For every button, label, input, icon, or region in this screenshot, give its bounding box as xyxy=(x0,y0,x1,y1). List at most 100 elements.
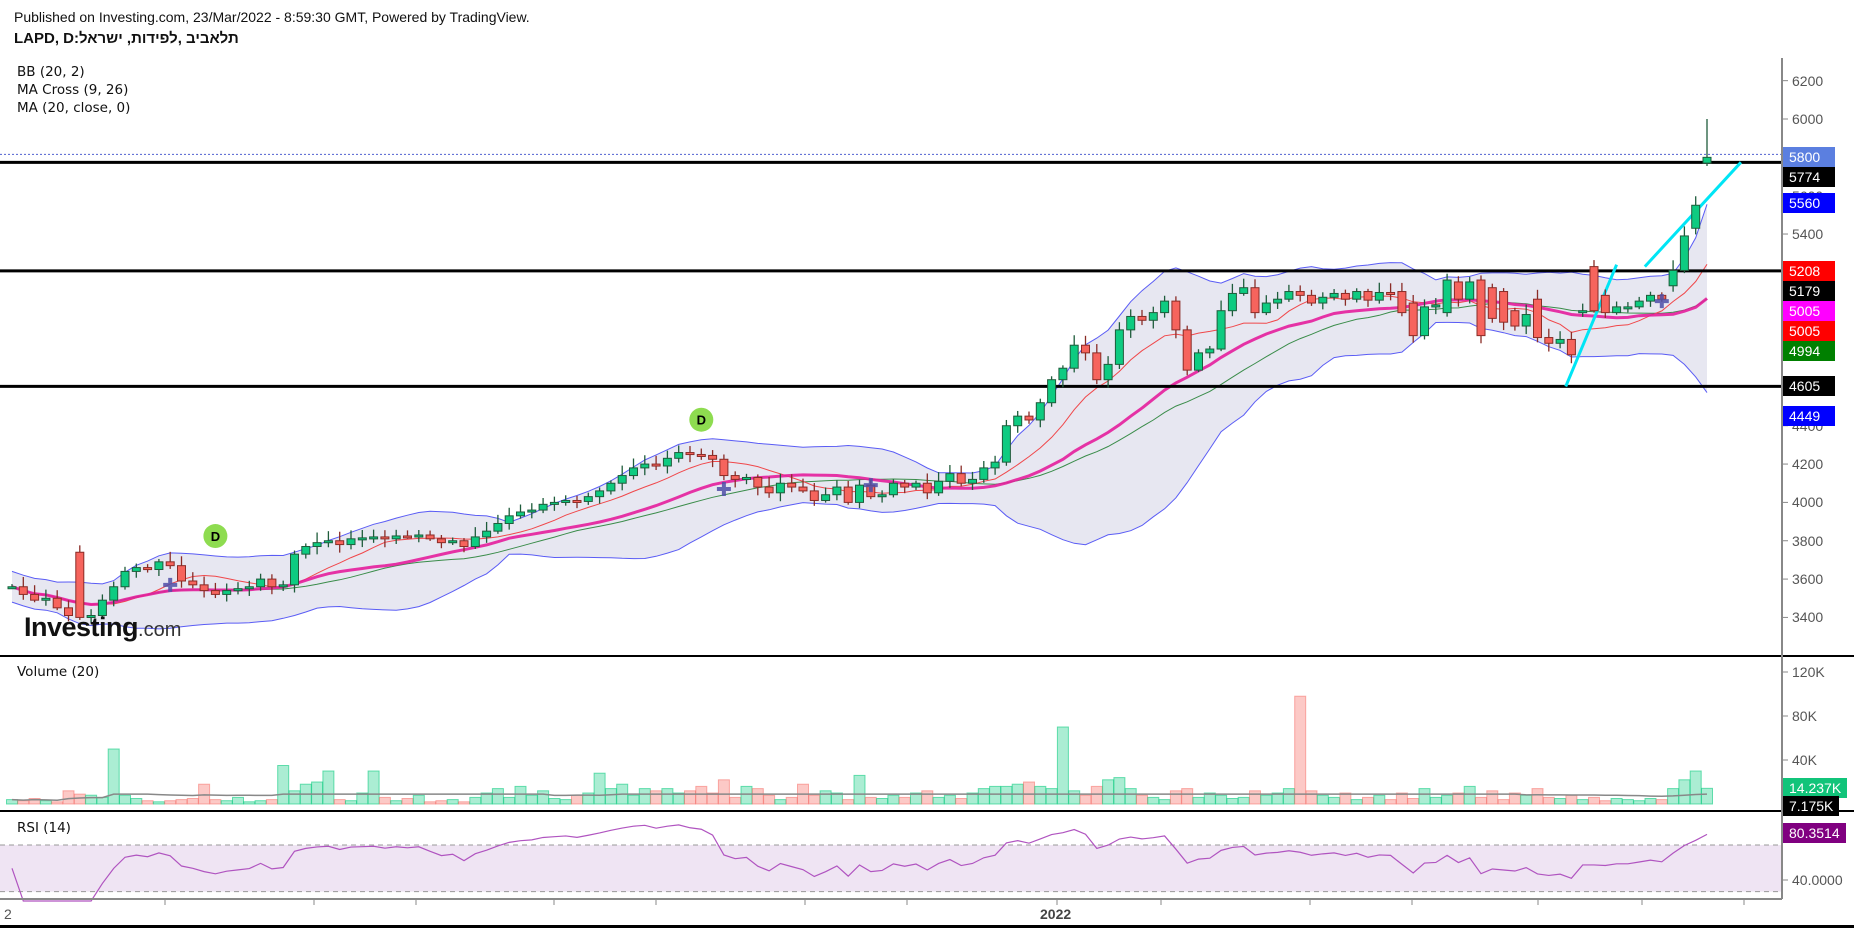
candle xyxy=(968,478,977,484)
volume-bar xyxy=(661,788,674,805)
volume-bar xyxy=(119,794,131,805)
candle xyxy=(1453,281,1463,300)
volume-bar xyxy=(1124,788,1137,805)
volume-bar xyxy=(695,785,708,805)
candle xyxy=(357,537,367,541)
candle xyxy=(1340,292,1350,300)
candle xyxy=(199,584,209,592)
candle xyxy=(956,473,966,484)
volume-bar xyxy=(1079,794,1092,805)
volume-bar xyxy=(1226,798,1239,805)
volume-bar xyxy=(774,799,787,805)
price-badge: 5208 xyxy=(1783,260,1835,281)
volume-bar xyxy=(1215,794,1228,805)
candle xyxy=(877,494,887,498)
candle xyxy=(1069,344,1079,369)
candle xyxy=(1047,379,1057,404)
candle xyxy=(1634,300,1644,308)
volume-bar xyxy=(1599,800,1612,805)
volume-bar xyxy=(1328,796,1341,805)
price-tick-label: 4000 xyxy=(1792,494,1824,511)
volume-bar xyxy=(751,788,764,805)
candle xyxy=(1420,306,1429,337)
volume-bar xyxy=(1282,788,1295,805)
candle xyxy=(233,588,243,592)
candle xyxy=(154,561,164,570)
volume-bar xyxy=(684,790,696,805)
volume-bar xyxy=(367,770,380,805)
candle xyxy=(1363,291,1373,301)
volume-bar xyxy=(842,799,855,805)
volume-bar xyxy=(503,796,516,805)
volume-bar xyxy=(345,800,357,805)
candle xyxy=(1182,329,1192,371)
candle xyxy=(640,463,650,469)
rsi-band xyxy=(0,845,1782,892)
volume-bar xyxy=(1418,788,1431,805)
volume-bar xyxy=(955,798,968,805)
candle xyxy=(1533,298,1542,339)
price-tick-label: 3800 xyxy=(1792,532,1824,549)
candle xyxy=(651,463,661,467)
candle xyxy=(1160,300,1170,314)
candle xyxy=(1318,296,1328,304)
candle xyxy=(855,484,864,503)
time-label: 2022 xyxy=(1040,906,1072,922)
candle xyxy=(1465,281,1475,300)
candle xyxy=(1216,310,1226,350)
volume-bar xyxy=(1520,794,1533,805)
candle xyxy=(888,482,898,496)
candle xyxy=(1386,291,1396,295)
volume-bar xyxy=(763,794,776,805)
candle xyxy=(1307,294,1316,304)
volume-bar xyxy=(288,790,301,805)
candle xyxy=(617,475,627,484)
candle xyxy=(188,580,198,586)
volume-bar xyxy=(1407,798,1420,805)
volume-bar xyxy=(39,800,52,805)
volume-bar xyxy=(1090,785,1103,805)
candle xyxy=(685,452,695,456)
candle xyxy=(165,561,175,567)
volume-bar xyxy=(1384,799,1397,805)
price-tick-label: 3400 xyxy=(1792,609,1824,626)
candle xyxy=(1126,315,1136,331)
candle xyxy=(922,482,932,494)
volume-bar xyxy=(729,796,742,805)
candle xyxy=(561,499,571,503)
volume-bar xyxy=(559,799,572,805)
candle xyxy=(1352,291,1362,300)
volume-bar xyxy=(1486,790,1499,805)
volume-bar xyxy=(1678,779,1691,805)
candle xyxy=(730,475,740,480)
candle xyxy=(1646,294,1655,302)
candle xyxy=(335,540,345,546)
candle xyxy=(1442,279,1452,314)
rsi-badge: 80.3514 xyxy=(1783,822,1846,843)
candle xyxy=(832,486,842,496)
volume-bar xyxy=(401,798,414,805)
candle xyxy=(369,536,379,540)
volume-bar xyxy=(808,794,821,805)
volume-bar xyxy=(220,800,233,805)
volume-bar xyxy=(51,801,64,805)
volume-bar xyxy=(593,772,606,805)
dividend-marker-label: D xyxy=(697,413,706,428)
volume-bar xyxy=(1034,785,1047,805)
candle xyxy=(504,515,514,524)
candle xyxy=(301,545,311,555)
candle xyxy=(708,454,718,460)
candle xyxy=(719,458,729,477)
price-chart[interactable]: DD xyxy=(0,0,1854,928)
volume-bar xyxy=(1655,799,1668,805)
candle xyxy=(979,467,989,480)
bb-fill xyxy=(12,204,1707,629)
candle xyxy=(1171,300,1181,331)
candle xyxy=(482,530,492,538)
candle xyxy=(1408,302,1418,337)
candle xyxy=(549,501,559,505)
candle xyxy=(414,534,424,538)
candle xyxy=(809,490,819,501)
volume-bar xyxy=(277,765,290,805)
price-tick-label: 4200 xyxy=(1792,456,1824,473)
